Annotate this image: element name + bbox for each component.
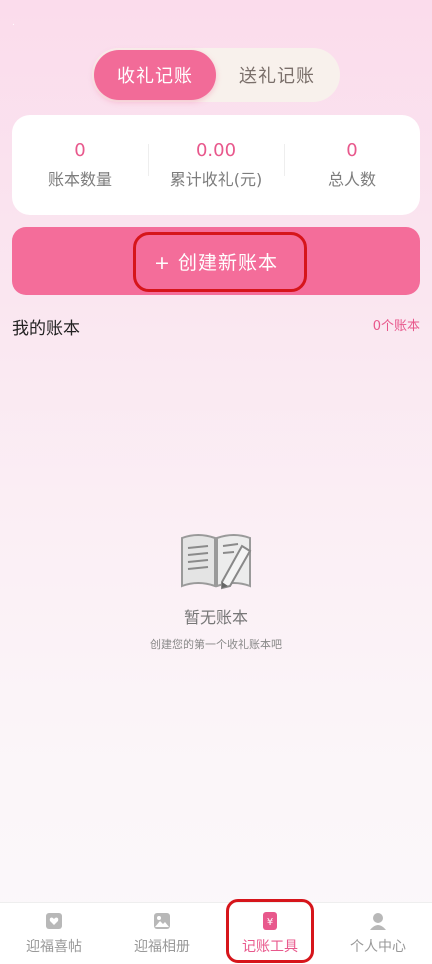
create-ledger-label: + 创建新账本 — [154, 251, 278, 274]
my-ledgers-title: 我的账本 — [12, 319, 80, 339]
tab-received-gifts[interactable]: 收礼记账 — [94, 50, 216, 100]
create-ledger-button[interactable]: + 创建新账本 — [12, 227, 420, 295]
nav-label: 迎福喜帖 — [26, 939, 82, 955]
empty-state: 暂无账本 创建您的第一个收礼账本吧 — [0, 528, 432, 652]
invitation-icon — [46, 913, 62, 929]
stats-card: 0 账本数量 0.00 累计收礼(元) 0 总人数 — [12, 115, 420, 215]
ledger-count-badge: 0个账本 — [372, 319, 420, 334]
stat-value: 0 — [346, 140, 358, 161]
nav-label: 迎福相册 — [134, 939, 190, 955]
stat-ledger-count: 0 账本数量 — [12, 140, 148, 190]
empty-subtitle: 创建您的第一个收礼账本吧 — [150, 638, 282, 651]
status-indicator: . — [12, 18, 15, 28]
stat-value: 0 — [74, 140, 86, 161]
stat-total-received: 0.00 累计收礼(元) — [148, 140, 284, 190]
nav-invitation[interactable]: 迎福喜帖 — [0, 903, 108, 964]
user-icon — [370, 913, 386, 930]
nav-profile[interactable]: 个人中心 — [324, 903, 432, 964]
nav-label: 个人中心 — [350, 939, 406, 955]
bottom-nav: 迎福喜帖 迎福相册 ¥ 记账工具 个人中心 — [0, 902, 432, 964]
svg-text:¥: ¥ — [267, 917, 273, 928]
open-book-pencil-icon — [181, 534, 252, 590]
photo-album-icon — [154, 913, 170, 929]
stat-total-people: 0 总人数 — [284, 140, 420, 190]
yuan-ledger-icon: ¥ — [263, 912, 277, 930]
empty-title: 暂无账本 — [183, 608, 248, 627]
tab-sent-gifts[interactable]: 送礼记账 — [216, 50, 338, 100]
nav-album[interactable]: 迎福相册 — [108, 903, 216, 964]
stat-label: 总人数 — [327, 170, 376, 189]
stat-value: 0.00 — [195, 140, 237, 161]
ledger-type-tabs: 收礼记账 送礼记账 — [92, 48, 340, 102]
nav-label: 记账工具 — [242, 939, 298, 955]
stat-label: 账本数量 — [47, 170, 112, 189]
nav-ledger-tool[interactable]: ¥ 记账工具 — [216, 903, 324, 964]
stat-label: 累计收礼(元) — [169, 170, 263, 189]
